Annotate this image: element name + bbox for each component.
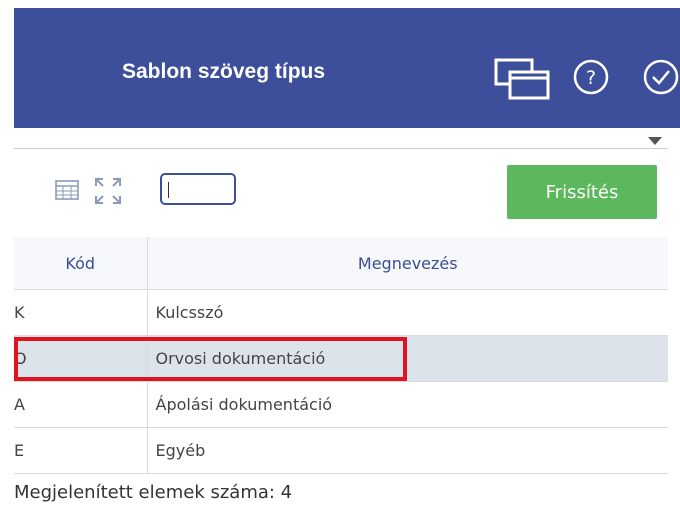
table-settings-icon[interactable] xyxy=(55,180,79,200)
table-row[interactable]: A Ápolási dokumentáció xyxy=(14,381,668,428)
svg-text:?: ? xyxy=(586,67,596,89)
fullscreen-icon[interactable] xyxy=(93,176,123,206)
help-icon[interactable]: ? xyxy=(572,58,610,96)
refresh-button[interactable]: Frissítés xyxy=(507,165,657,219)
column-header-megnevezes[interactable]: Megnevezés xyxy=(146,237,668,290)
highlight-annotation xyxy=(14,337,407,381)
column-header-kod[interactable]: Kód xyxy=(14,237,147,290)
cell-name: Ápolási dokumentáció xyxy=(146,381,668,428)
text-cursor xyxy=(168,181,169,198)
cell-kod: K xyxy=(14,289,147,336)
header-bar: Sablon szöveg típus ? xyxy=(14,8,680,128)
cell-kod: A xyxy=(14,381,147,428)
frame-left xyxy=(0,0,14,510)
table-header-row: Kód Megnevezés xyxy=(14,237,668,290)
windows-icon[interactable] xyxy=(494,58,550,100)
caret-down-icon[interactable] xyxy=(648,137,662,145)
page-title: Sablon szöveg típus xyxy=(122,60,326,83)
item-count: Megjelenített elemek száma: 4 xyxy=(14,482,293,503)
divider xyxy=(14,148,668,149)
table-row[interactable]: K Kulcsszó xyxy=(14,289,668,336)
cell-name: Egyéb xyxy=(146,427,668,474)
cell-kod: E xyxy=(14,427,147,474)
check-icon[interactable] xyxy=(642,58,680,96)
table-row[interactable]: E Egyéb xyxy=(14,427,668,474)
cell-name: Kulcsszó xyxy=(146,289,668,336)
filter-input[interactable] xyxy=(160,173,236,205)
